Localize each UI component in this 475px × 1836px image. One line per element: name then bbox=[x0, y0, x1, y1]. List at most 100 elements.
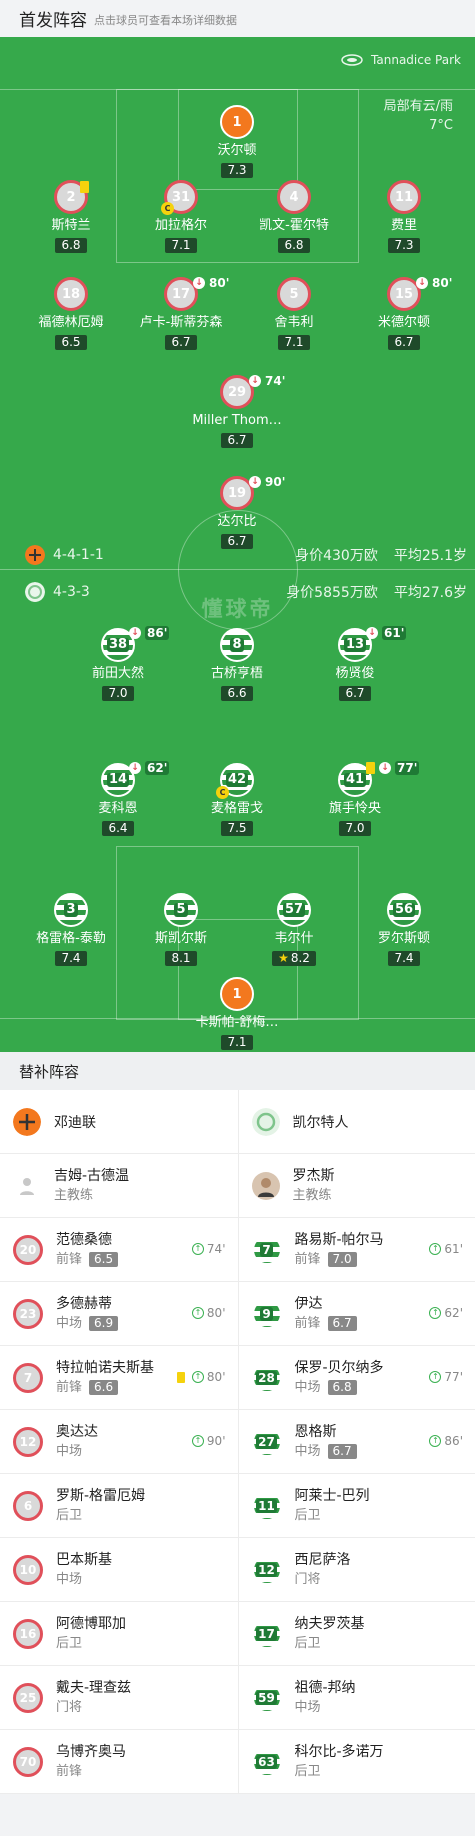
player[interactable]: 56 罗尔斯顿 7.4 bbox=[344, 893, 464, 966]
away-team-row[interactable]: 凯尔特人 bbox=[238, 1090, 475, 1154]
sub-row[interactable]: 12 西尼萨洛 门将 bbox=[238, 1538, 475, 1602]
player-number: 70 bbox=[19, 1754, 37, 1769]
player-name: 前田大然 bbox=[91, 666, 144, 681]
player-rating: 7.0 bbox=[102, 686, 134, 701]
player[interactable]: 19 ↓ 90' 达尔比 6.7 bbox=[177, 475, 297, 549]
player[interactable]: 11 费里 7.3 bbox=[344, 180, 464, 253]
sub-out-icon: ↓ bbox=[379, 762, 391, 774]
player-number: 3 bbox=[64, 902, 78, 917]
player-rating: 7.1 bbox=[165, 238, 197, 253]
venue: Tannadice Park bbox=[341, 53, 461, 67]
player-rating: 6.6 bbox=[221, 686, 253, 701]
sub-row[interactable]: 11 阿莱士-巴列 后卫 bbox=[238, 1474, 475, 1538]
shirt-icon: 7 bbox=[251, 1234, 282, 1265]
player-rating: 7.5 bbox=[221, 821, 253, 836]
player[interactable]: 8 古桥亨梧 6.6 bbox=[177, 628, 297, 701]
sub-position: 前锋 bbox=[56, 1379, 83, 1395]
player-number: 19 bbox=[227, 485, 247, 501]
player[interactable]: 17 ↓ 80' 卢卡-斯蒂芬森 6.7 bbox=[121, 276, 241, 350]
sub-row[interactable]: 7 路易斯-帕尔马 前锋 7.0 ↑ 61' bbox=[238, 1218, 475, 1282]
sub-row[interactable]: 59 祖德-邦纳 中场 bbox=[238, 1666, 475, 1730]
player[interactable]: 18 福德林厄姆 6.5 bbox=[11, 277, 131, 350]
player-number: 59 bbox=[256, 1690, 277, 1705]
sub-name: 特拉帕诺夫斯基 bbox=[56, 1359, 154, 1376]
player[interactable]: 5 斯凯尔斯 8.1 bbox=[121, 893, 241, 966]
rating-value: 6.6 bbox=[227, 686, 247, 700]
sub-row[interactable]: 63 科尔比-多诺万 后卫 bbox=[238, 1730, 475, 1794]
player[interactable]: 1 沃尔顿 7.3 bbox=[177, 105, 297, 178]
sub-out-icon: ↓ bbox=[249, 375, 261, 387]
player[interactable]: 31 C 加拉格尔 7.1 bbox=[121, 180, 241, 253]
rating-value: 6.7 bbox=[227, 534, 247, 548]
sub-in-minute: 62' bbox=[444, 1306, 463, 1320]
player[interactable]: 14 ↓ 62' 麦科恩 6.4 bbox=[58, 761, 178, 836]
player-number: 6 bbox=[23, 1498, 33, 1513]
sub-info: 伊达 前锋 6.7 bbox=[295, 1294, 357, 1334]
sub-meta: 后卫 bbox=[295, 1506, 370, 1526]
sub-meta: 门将 bbox=[56, 1698, 131, 1718]
player[interactable]: 29 ↓ 74' Miller Thom… 6.7 bbox=[177, 374, 297, 448]
shirt-icon: 8 bbox=[220, 628, 254, 662]
sub-in-minute: 61' bbox=[444, 1242, 463, 1256]
rating-value: 6.7 bbox=[394, 335, 414, 349]
sub-meta: 前锋 7.0 bbox=[295, 1250, 384, 1270]
sub-row[interactable]: 10 巴本斯基 中场 bbox=[0, 1538, 238, 1602]
sub-name: 纳夫罗茨基 bbox=[294, 1615, 365, 1632]
player[interactable]: 15 ↓ 80' 米德尔顿 6.7 bbox=[344, 276, 464, 350]
sub-position: 前锋 bbox=[294, 1315, 321, 1331]
sub-info: 阿德博耶加 后卫 bbox=[56, 1614, 126, 1654]
sub-row[interactable]: 20 范德桑德 前锋 6.5 ↑ 74' bbox=[0, 1218, 238, 1282]
player[interactable]: 57 韦尔什 ★ 8.2 bbox=[234, 893, 354, 966]
player-number: 18 bbox=[61, 286, 81, 302]
player[interactable]: 4 凯文-霍尔特 6.8 bbox=[234, 180, 354, 253]
sub-info: 保罗-贝尔纳多 中场 6.8 bbox=[295, 1358, 384, 1398]
sub-row[interactable]: 23 多德赫蒂 中场 6.9 ↑ 80' bbox=[0, 1282, 238, 1346]
sub-name: 奥达达 bbox=[56, 1423, 98, 1440]
player[interactable]: 1 卡斯帕-舒梅… 7.1 bbox=[177, 977, 297, 1050]
rating-value: 6.7 bbox=[171, 335, 191, 349]
sub-row[interactable]: 28 保罗-贝尔纳多 中场 6.8 ↑ 77' bbox=[238, 1346, 475, 1410]
sub-row[interactable]: 6 罗斯-格雷厄姆 后卫 bbox=[0, 1474, 238, 1538]
sub-out-icon: ↓ bbox=[416, 277, 428, 289]
sub-row[interactable]: 16 阿德博耶加 后卫 bbox=[0, 1602, 238, 1666]
player-name: 舍韦利 bbox=[274, 315, 314, 330]
sub-row[interactable]: 9 伊达 前锋 6.7 ↑ 62' bbox=[238, 1282, 475, 1346]
player-name: 福德林厄姆 bbox=[38, 315, 104, 330]
sub-row[interactable]: 7 特拉帕诺夫斯基 前锋 6.6 ↑ 80' bbox=[0, 1346, 238, 1410]
away-coach-row[interactable]: 罗杰斯 主教练 bbox=[238, 1154, 475, 1218]
player[interactable]: 41 ↓ 77' 旗手怜央 7.0 bbox=[295, 761, 420, 836]
player-number: 9 bbox=[260, 1306, 273, 1321]
sub-position: 中场 bbox=[56, 1315, 83, 1331]
player-number: 31 bbox=[171, 189, 191, 205]
captain-badge: C bbox=[216, 786, 229, 799]
player[interactable]: 42 C 麦格雷戈 7.5 bbox=[177, 763, 297, 836]
home-team-row[interactable]: 邓迪联 bbox=[0, 1090, 238, 1154]
sub-position: 门将 bbox=[56, 1699, 83, 1715]
sub-position: 前锋 bbox=[56, 1251, 83, 1267]
player-name: 沃尔顿 bbox=[217, 143, 257, 158]
sub-row[interactable]: 12 奥达达 中场 ↑ 90' bbox=[0, 1410, 238, 1474]
player[interactable]: 2 斯特兰 6.8 bbox=[11, 180, 131, 253]
sub-minute: 86' bbox=[145, 626, 170, 640]
player[interactable]: 38 ↓ 86' 前田大然 7.0 bbox=[58, 626, 178, 701]
sub-row[interactable]: 70 乌博齐奥马 前锋 bbox=[0, 1730, 238, 1794]
shirt-icon: 41 ↓ 77' bbox=[338, 761, 420, 797]
player-number: 38 bbox=[106, 637, 130, 652]
player-number: 23 bbox=[19, 1306, 37, 1321]
sub-row[interactable]: 25 戴夫-理查兹 门将 bbox=[0, 1666, 238, 1730]
sub-info: 巴本斯基 中场 bbox=[56, 1550, 112, 1590]
sub-position: 后卫 bbox=[294, 1507, 321, 1523]
sub-row[interactable]: 27 恩格斯 中场 6.7 ↑ 86' bbox=[238, 1410, 475, 1474]
sub-row[interactable]: 17 纳夫罗茨基 后卫 bbox=[238, 1602, 475, 1666]
player[interactable]: 3 格雷格-泰勒 7.4 bbox=[11, 893, 131, 966]
home-coach-row[interactable]: 吉姆-古德温 主教练 bbox=[0, 1154, 238, 1218]
substitution: ↓ 62' bbox=[129, 761, 170, 775]
sub-in-icon: ↑ bbox=[191, 1243, 204, 1255]
sub-minute: 77' bbox=[395, 761, 420, 775]
player[interactable]: 13 ↓ 61' 杨贤俊 6.7 bbox=[295, 626, 415, 701]
home-coach-role: 主教练 bbox=[54, 1187, 94, 1203]
shirt-icon: 3 bbox=[54, 893, 88, 927]
substitution: ↓ 77' bbox=[366, 761, 420, 775]
sub-in: ↑ 74' bbox=[191, 1242, 226, 1256]
player[interactable]: 5 舍韦利 7.1 bbox=[234, 277, 354, 350]
